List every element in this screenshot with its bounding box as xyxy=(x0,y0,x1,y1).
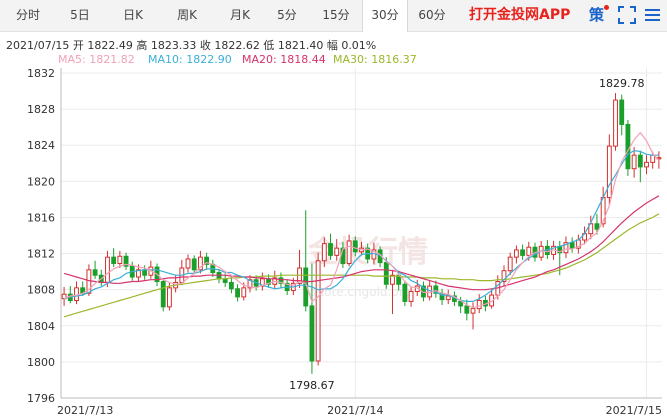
candle-body xyxy=(346,240,352,264)
candle-body xyxy=(476,300,482,310)
y-tick-label: 1800 xyxy=(27,356,55,369)
y-tick-label: 1820 xyxy=(27,175,55,188)
candle-body xyxy=(241,287,247,298)
candle-body xyxy=(464,305,470,314)
candle-body xyxy=(513,249,519,258)
candle-body xyxy=(402,283,408,302)
candle-body xyxy=(520,249,526,256)
candle-body xyxy=(228,281,234,290)
candle-body xyxy=(142,269,148,276)
candle-body xyxy=(408,290,414,302)
candle-body xyxy=(637,154,643,168)
candle-body xyxy=(507,256,513,272)
candle-body xyxy=(619,99,625,125)
ma5-line xyxy=(63,131,660,309)
y-tick-label: 1796 xyxy=(27,392,55,405)
x-tick-label: 2021/7/13 xyxy=(57,404,113,417)
watermark-subtext: quote.cngold.org xyxy=(309,285,411,299)
y-tick-label: 1812 xyxy=(27,248,55,261)
candle-body xyxy=(185,258,191,269)
candle-body xyxy=(650,154,656,163)
candle-body xyxy=(352,240,358,253)
x-tick-label: 2021/7/15 xyxy=(606,404,662,417)
price-annotation: 1798.67 xyxy=(289,379,335,392)
candle-body xyxy=(334,247,340,256)
candle-body xyxy=(470,308,476,314)
y-tick-label: 1808 xyxy=(27,284,55,297)
candle-body xyxy=(328,243,333,256)
y-tick-label: 1804 xyxy=(27,320,55,333)
y-tick-label: 1828 xyxy=(27,103,55,116)
candle-body xyxy=(569,242,575,249)
candle-body xyxy=(526,246,532,256)
candle-body xyxy=(594,223,600,230)
candle-body xyxy=(235,288,241,298)
price-annotation: 1829.78 xyxy=(599,77,645,90)
candle-body xyxy=(606,145,612,199)
y-tick-label: 1824 xyxy=(27,139,55,152)
candle-body xyxy=(191,258,197,271)
candle-body xyxy=(111,256,117,264)
candlestick-chart[interactable]: 1832 1828 1824 1820 1816 1812 1808 1804 1800 1796… xyxy=(0,0,667,419)
candle-body xyxy=(383,262,389,285)
candle-body xyxy=(160,281,166,308)
candle-body xyxy=(445,295,451,301)
candle-body xyxy=(613,99,618,147)
candle-body xyxy=(117,255,123,264)
candle-body xyxy=(321,243,327,262)
y-tick-label: 1816 xyxy=(27,211,55,224)
candle-body xyxy=(644,161,649,168)
candle-body xyxy=(315,260,321,362)
ma10-line xyxy=(63,149,659,302)
candle-body xyxy=(167,287,172,308)
candle-body xyxy=(105,256,110,283)
candle-body xyxy=(625,123,631,170)
candle-body xyxy=(631,154,637,170)
x-tick-label: 2021/7/14 xyxy=(327,404,383,417)
y-tick-label: 1832 xyxy=(27,67,55,80)
candle-body xyxy=(92,269,98,276)
candle-body xyxy=(309,305,315,362)
